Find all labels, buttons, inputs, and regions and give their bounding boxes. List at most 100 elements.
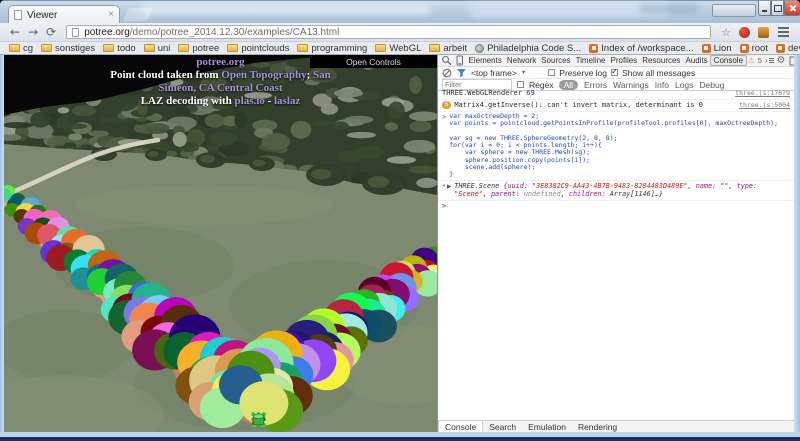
bookmark-item[interactable]: Lion — [698, 43, 736, 54]
devtools-tab-profiles[interactable]: Profiles — [608, 56, 640, 65]
bookmark-label: potree — [192, 43, 219, 54]
devtools-tab-audits[interactable]: Audits — [683, 56, 710, 65]
regex-checkbox[interactable] — [517, 81, 524, 88]
volume-measurement-icon[interactable] — [370, 411, 387, 428]
clear-console-icon[interactable] — [442, 68, 452, 78]
focus-icon[interactable] — [290, 411, 307, 428]
bookmark-item[interactable]: programming — [293, 43, 371, 54]
restore-button[interactable] — [771, 1, 784, 16]
distance-measurement-icon[interactable] — [330, 411, 347, 428]
frame-context-selector[interactable]: <top frame> — [471, 68, 517, 78]
devtools-tab-elements[interactable]: Elements — [466, 56, 504, 65]
devtools-tab-timeline[interactable]: Timeline — [573, 56, 608, 65]
folder-icon — [178, 44, 189, 52]
inspect-element-icon[interactable] — [441, 55, 453, 66]
orbit-controls-icon[interactable] — [270, 411, 287, 428]
show-all-messages-checkbox[interactable]: ✓ — [611, 69, 618, 76]
console-result-entry: ◂ ▶ THREE.Scene {uuid: "3E8382C9-AA43-4B… — [438, 181, 794, 201]
bookmark-star-icon[interactable]: ☆ — [721, 26, 731, 39]
browser-window: Viewer × ← → ⟳ potree.org/demo/potree_20… — [0, 0, 800, 441]
bookmark-item[interactable]: uni — [140, 43, 175, 54]
source-link[interactable]: three.js:17679 — [727, 89, 790, 98]
bookmark-item[interactable]: sonstiges — [37, 43, 99, 54]
bookmark-item[interactable]: cg — [5, 43, 37, 54]
folder-icon — [297, 44, 308, 52]
window-frame-right — [794, 55, 800, 432]
bookmark-label: cg — [23, 43, 33, 54]
command-code-line: } — [449, 171, 778, 178]
page-favicon-icon — [72, 28, 79, 37]
result-segment: undefined — [524, 190, 561, 198]
bookmark-item[interactable]: pointclouds — [223, 43, 293, 54]
extension-orange-icon[interactable] — [758, 27, 769, 38]
open-controls-button[interactable]: Open Controls — [310, 55, 437, 68]
bookmark-item[interactable]: Philadelphia Code S... — [471, 43, 585, 54]
bookmark-label: WebGL — [389, 43, 421, 54]
extension-red-icon[interactable] — [739, 27, 750, 38]
warning-icon[interactable]: ⚠ — [748, 56, 755, 65]
close-button[interactable] — [784, 1, 800, 16]
console-messages[interactable]: THREE.WebGLRenderer 69 three.js:17679 5 … — [438, 88, 794, 421]
minimize-icon — [762, 10, 767, 12]
bookmark-item[interactable]: develop — [772, 43, 800, 54]
globe-icon — [475, 44, 484, 53]
warning-text: Matrix4.getInverse(): can't invert matri… — [454, 101, 703, 110]
devtools-toolbar: ElementsNetworkSourcesTimelineProfilesRe… — [438, 55, 794, 67]
drawer-tab-emulation[interactable]: Emulation — [522, 421, 572, 432]
address-bar[interactable]: potree.org/demo/potree_2014.12.30/exampl… — [66, 25, 711, 39]
bookmark-item[interactable]: todo — [99, 43, 140, 54]
bookmark-item[interactable]: root — [736, 43, 772, 54]
minimize-button[interactable] — [758, 1, 771, 16]
menu-icon[interactable] — [778, 27, 789, 37]
bookmark-item[interactable]: Index of /workspace... — [585, 43, 697, 54]
console-input[interactable]: > — [438, 201, 794, 212]
bookmark-label: Philadelphia Code S... — [487, 43, 581, 54]
area-measurement-icon[interactable] — [350, 411, 367, 428]
height-profile-icon[interactable] — [390, 411, 407, 428]
drawer-tab-search[interactable]: Search — [483, 421, 522, 432]
folder-icon — [9, 44, 20, 52]
bookmark-label: Lion — [714, 43, 732, 54]
devtools-toolbar-right: ⚠5 › ⚙ × — [748, 56, 800, 66]
clip-volume-icon[interactable] — [410, 411, 427, 428]
forward-icon[interactable]: → — [28, 26, 38, 38]
filter-funnel-icon[interactable] — [456, 68, 467, 78]
device-mode-icon[interactable] — [454, 55, 465, 66]
pointcloud-viewport[interactable] — [4, 55, 437, 432]
background-window-button — [712, 4, 756, 17]
new-tab-button[interactable] — [123, 8, 153, 21]
command-code-line: var points = pointcloud.getPointsInProfi… — [449, 120, 778, 127]
drawer-tab-rendering[interactable]: Rendering — [572, 421, 623, 432]
bookmark-item[interactable]: potree — [174, 43, 223, 54]
devtools-tab-console[interactable]: Console — [710, 55, 746, 66]
source-link[interactable]: three.js:5004 — [731, 101, 790, 110]
expand-triangle-icon[interactable]: ▶ — [447, 183, 451, 192]
drawer-tab-console[interactable]: Console — [438, 421, 483, 432]
browser-tab[interactable]: Viewer × — [8, 5, 120, 24]
tab-close-icon[interactable]: × — [108, 10, 114, 20]
result-segment: Array[1146]…} — [610, 190, 663, 198]
bookmark-label: arbeit — [443, 43, 467, 54]
console-log-entry: THREE.WebGLRenderer 69 three.js:17679 — [438, 88, 794, 100]
devtools-tab-resources[interactable]: Resources — [640, 56, 683, 65]
result-segment: "Scene" — [454, 190, 483, 198]
bookmark-item[interactable]: arbeit — [425, 43, 471, 54]
show-drawer-icon[interactable]: › — [765, 56, 774, 65]
bookmark-label: uni — [158, 43, 171, 54]
repo-icon — [776, 44, 785, 53]
pointcloud-viewer[interactable]: potree.orgPoint cloud taken from Open To… — [4, 55, 437, 432]
back-icon[interactable]: ← — [10, 26, 20, 38]
preserve-log-checkbox[interactable] — [548, 69, 555, 76]
devtools-tab-sources[interactable]: Sources — [539, 56, 573, 65]
half-resolution-icon[interactable]: ½ — [310, 411, 327, 428]
url-path: /demo/potree_2014.12.30/examples/CA13.ht… — [130, 27, 340, 38]
folder-icon — [144, 44, 155, 52]
url-domain: potree.org — [84, 27, 130, 38]
bookmark-label: root — [752, 43, 768, 54]
console-context-bar: <top frame> ▼ Preserve log ✓ Show all me… — [438, 67, 794, 79]
settings-gear-icon[interactable]: ⚙ — [777, 56, 786, 66]
reload-icon[interactable]: ⟳ — [46, 26, 56, 38]
repeat-count-badge: 5 — [442, 101, 451, 109]
devtools-tab-network[interactable]: Network — [504, 56, 538, 65]
bookmark-item[interactable]: WebGL — [371, 43, 425, 54]
